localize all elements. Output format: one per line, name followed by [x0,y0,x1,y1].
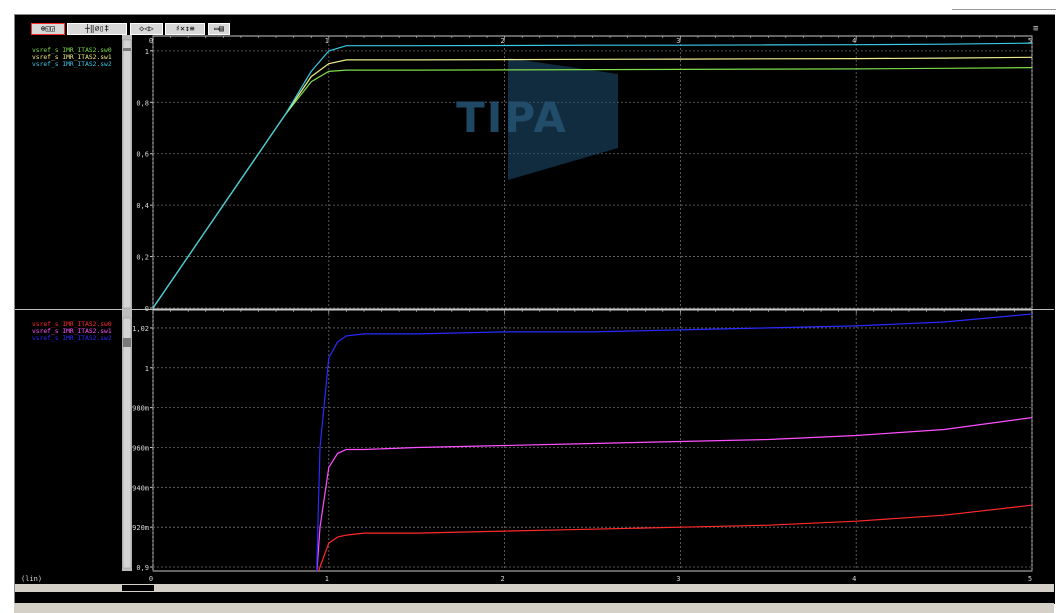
top-panel-legend-entry: vsref_s IMR_ITAS2.sw0 [32,47,112,54]
top-xtick-label: 4 [852,37,856,45]
bottom-panel-series-line-0 [317,504,1032,571]
bottom-xtick-label: 1 [325,575,329,583]
bottom-panel-ytick-label: 1,02 [132,325,149,333]
bottom-panel-series-line-1 [316,417,1032,571]
bottom-xtick-label: 4 [852,575,856,583]
bottom-panel-ytick-label: 960m [132,444,149,452]
bottom-panel-ytick-label: 1 [145,365,149,373]
bottom-panel-ytick-label: 940m [132,484,149,492]
top-panel-ytick-label: 0,8 [136,99,149,107]
bottom-panel-ytick-label: 0,9 [136,564,149,572]
top-panel-ytick-label: 0,2 [136,254,149,262]
scroll-thumb-grip-top [123,48,131,51]
bottom-xtick-label: 0 [149,575,153,583]
top-panel-ytick-label: 0 [145,305,149,313]
waveform-viewer: ⊕◱◲ ┼‖⌀▯‡ ◇◁▷ ♯✕↕≡ ▭▤ ≡ 0 0,2 0,4 0,6 0,8 1 0 1… [0,0,1056,613]
watermark-text: TIPA [456,93,568,142]
horizontal-scrollbar [15,584,1054,592]
top-xtick-label: 1 [325,37,329,45]
status-bar [14,603,1054,613]
bottom-panel-legend-entry: vsref_s IMR_ITAS2.sw2 [32,335,112,342]
top-panel-scrollbar-thumb [122,39,132,309]
bottom-panel-frame [152,309,1033,572]
horizontal-scrollbar-thumb [122,585,154,591]
bottom-xtick-label: 2 [500,575,504,583]
bottom-panel-series-line-2 [316,313,1032,571]
top-panel-legend-entry: vsref_s IMR_ITAS2.sw2 [32,61,112,68]
top-xtick-label: 2 [500,37,504,45]
top-panel-ytick-label: 0,6 [136,151,149,159]
plot-canvas: 00,20,40,60,810 1 2 3 4 5vsref_s IMR_ITAS2.sw… [15,35,1054,592]
bottom-panel-ytick-label: 920m [132,524,149,532]
bottom-xtick-label: 5 [1028,575,1032,583]
top-panel-ytick-label: 1 [145,48,149,56]
top-panel-ytick-label: 0,4 [136,202,149,210]
x-scale-label: (lin) [21,575,42,583]
bottom-panel-legend-entry: vsref_s IMR_ITAS2.sw0 [32,321,112,328]
top-xtick-label: 3 [676,37,680,45]
bottom-panel-ytick-label: 980m [132,405,149,413]
bottom-xtick-label: 3 [676,575,680,583]
scroll-thumb-grip-bottom [123,338,131,347]
top-panel-legend-entry: vsref_s IMR_ITAS2.sw1 [32,54,112,61]
top-xtick-label: 5 [1028,37,1032,45]
bottom-panel-legend-entry: vsref_s IMR_ITAS2.sw1 [32,328,112,335]
top-xtick-label: 0 [149,37,153,45]
bottom-panel-scrollbar-thumb [122,317,132,569]
